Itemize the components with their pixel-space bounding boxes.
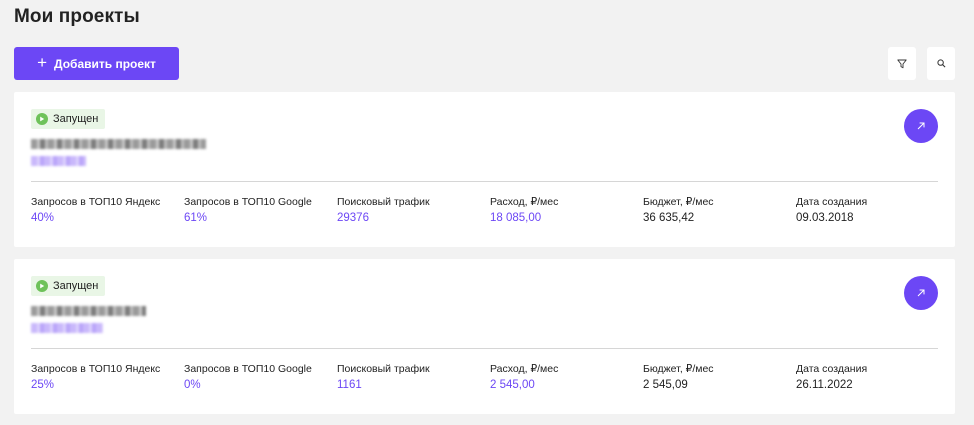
project-url-redacted <box>31 323 103 333</box>
metric-value: 0% <box>184 379 201 391</box>
projects-page: Мои проекты + Добавить проект Запущен За… <box>0 0 974 425</box>
metric-value: 09.03.2018 <box>796 212 854 224</box>
metric-label: Расход, ₽/мес <box>490 363 559 375</box>
status-label: Запущен <box>53 280 99 292</box>
metric-label: Запросов в ТОП10 Google <box>184 363 312 375</box>
metric-value: 61% <box>184 212 208 224</box>
metric-label: Поисковый трафик <box>337 363 430 375</box>
metric-google-top10: Запросов в ТОП10 Google 61% <box>184 196 334 224</box>
metric-yandex-top10: Запросов в ТОП10 Яндекс 25% <box>31 363 181 391</box>
project-card[interactable]: Запущен Запросов в ТОП10 Яндекс 25% Запр… <box>14 259 955 414</box>
metric-value: 40% <box>31 212 55 224</box>
metric-created-date: Дата создания 26.11.2022 <box>796 363 946 391</box>
arrow-up-right-icon <box>917 122 925 130</box>
metric-value: 1161 <box>337 379 362 391</box>
metric-search-traffic: Поисковый трафик 29376 <box>337 196 487 224</box>
divider <box>31 348 938 349</box>
metric-search-traffic: Поисковый трафик 1161 <box>337 363 487 391</box>
play-icon <box>36 280 48 292</box>
page-title: Мои проекты <box>14 6 140 27</box>
metric-value: 2 545,00 <box>490 379 535 391</box>
metric-value: 2 545,09 <box>643 379 688 391</box>
metric-label: Запросов в ТОП10 Яндекс <box>31 196 161 208</box>
open-project-button[interactable] <box>904 109 938 143</box>
arrow-up-right-icon <box>917 289 925 297</box>
metric-value: 29376 <box>337 212 369 224</box>
plus-icon: + <box>37 53 47 72</box>
add-project-button[interactable]: + Добавить проект <box>14 47 179 80</box>
metric-label: Дата создания <box>796 196 868 208</box>
metric-yandex-top10: Запросов в ТОП10 Яндекс 40% <box>31 196 181 224</box>
metric-label: Бюджет, ₽/мес <box>643 196 714 208</box>
metric-created-date: Дата создания 09.03.2018 <box>796 196 946 224</box>
search-button[interactable] <box>927 47 955 80</box>
metric-expense: Расход, ₽/мес 2 545,00 <box>490 363 640 391</box>
metric-label: Запросов в ТОП10 Google <box>184 196 312 208</box>
play-icon <box>36 113 48 125</box>
divider <box>31 181 938 182</box>
metric-value: 18 085,00 <box>490 212 542 224</box>
metric-label: Запросов в ТОП10 Яндекс <box>31 363 161 375</box>
metric-label: Расход, ₽/мес <box>490 196 559 208</box>
metric-value: 25% <box>31 379 55 391</box>
status-badge: Запущен <box>31 276 106 296</box>
metric-label: Поисковый трафик <box>337 196 430 208</box>
filter-icon <box>897 59 907 68</box>
metric-expense: Расход, ₽/мес 18 085,00 <box>490 196 640 224</box>
metric-budget: Бюджет, ₽/мес 36 635,42 <box>643 196 793 224</box>
metric-value: 26.11.2022 <box>796 379 853 391</box>
status-badge: Запущен <box>31 109 106 129</box>
filter-button[interactable] <box>888 47 916 80</box>
metric-label: Бюджет, ₽/мес <box>643 363 714 375</box>
project-name-redacted <box>31 139 206 149</box>
metric-budget: Бюджет, ₽/мес 2 545,09 <box>643 363 793 391</box>
project-url-redacted <box>31 156 86 166</box>
add-project-label: Добавить проект <box>54 56 156 71</box>
open-project-button[interactable] <box>904 276 938 310</box>
metric-label: Дата создания <box>796 363 868 375</box>
project-name-redacted <box>31 306 146 316</box>
metric-value: 36 635,42 <box>643 212 695 224</box>
search-icon <box>936 59 945 68</box>
status-label: Запущен <box>53 113 99 125</box>
project-card[interactable]: Запущен Запросов в ТОП10 Яндекс 40% Запр… <box>14 92 955 247</box>
metric-google-top10: Запросов в ТОП10 Google 0% <box>184 363 334 391</box>
